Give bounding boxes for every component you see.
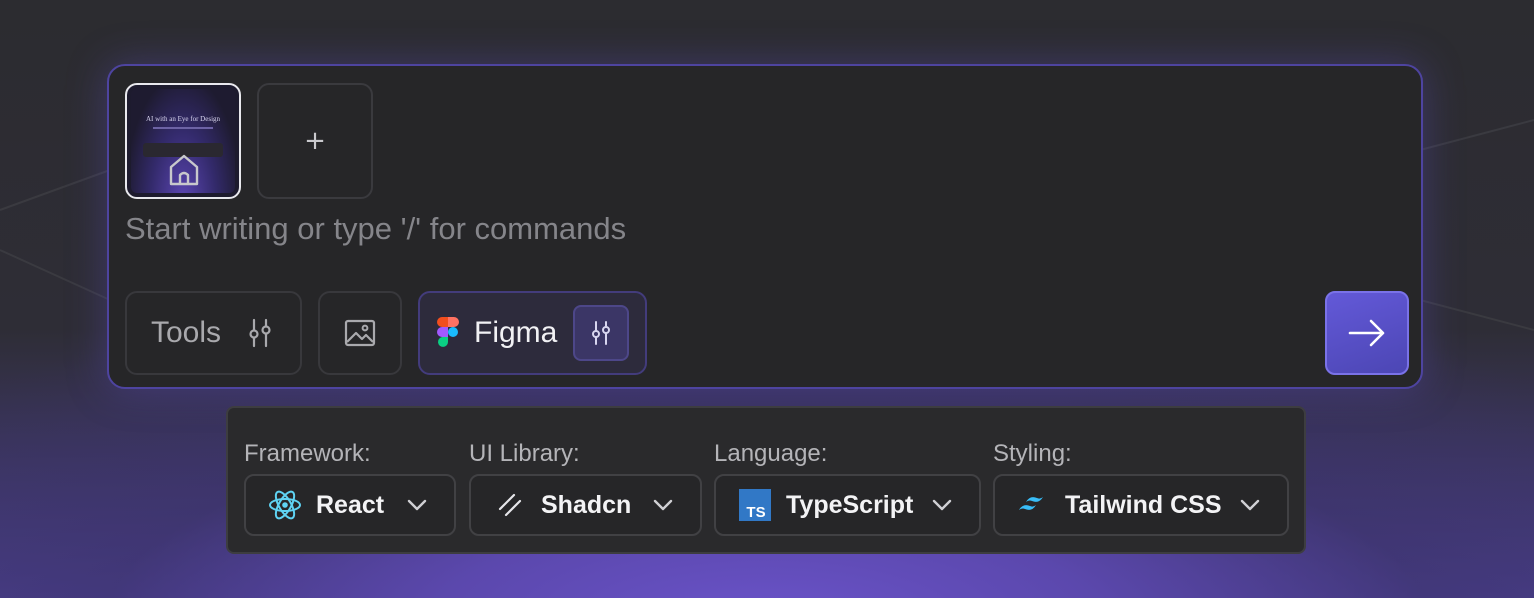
react-icon [268, 488, 302, 522]
home-icon [169, 154, 199, 186]
figma-settings-button[interactable] [573, 305, 630, 361]
language-label: Language: [714, 440, 828, 467]
send-button[interactable] [1325, 291, 1409, 375]
chevron-down-icon [407, 499, 427, 511]
styling-value: Tailwind CSS [1065, 490, 1222, 519]
ui-library-label: UI Library: [469, 440, 580, 467]
tools-label: Tools [151, 316, 222, 349]
shadcn-icon [493, 488, 527, 522]
figma-button[interactable]: Figma [418, 291, 647, 375]
image-upload-button[interactable] [318, 291, 402, 375]
chevron-down-icon [653, 499, 673, 511]
ui-library-select[interactable]: Shadcn [469, 474, 702, 536]
figma-icon [437, 317, 459, 347]
plus-icon: + [304, 126, 326, 156]
prompt-input[interactable] [125, 211, 1325, 247]
arrow-right-icon [1348, 319, 1385, 347]
thumbnail-title: AI with an Eye for Design [145, 115, 221, 123]
tailwind-icon [1017, 488, 1051, 522]
language-value: TypeScript [786, 490, 914, 519]
typescript-icon: TS [738, 488, 772, 522]
framework-value: React [316, 490, 385, 519]
language-select[interactable]: TS TypeScript [714, 474, 981, 536]
tools-button[interactable]: Tools [125, 291, 302, 375]
framework-label: Framework: [244, 440, 371, 467]
sliders-icon [592, 321, 611, 345]
project-settings-panel: Framework: React UI Library: Shadcn Lang… [226, 406, 1306, 554]
image-icon [344, 319, 376, 347]
thumbnail-subtitle-line [153, 127, 213, 129]
chevron-down-icon [1240, 499, 1260, 511]
framework-select[interactable]: React [244, 474, 456, 536]
figma-label: Figma [474, 316, 558, 349]
ui-library-value: Shadcn [541, 490, 632, 519]
typescript-icon-text: TS [746, 504, 765, 521]
add-attachment-button[interactable]: + [257, 83, 373, 199]
styling-label: Styling: [993, 440, 1072, 467]
chevron-down-icon [932, 499, 952, 511]
prompt-card: AI with an Eye for Design + Tools [107, 64, 1423, 389]
sliders-icon [249, 318, 271, 348]
attachment-thumbnail[interactable]: AI with an Eye for Design [125, 83, 241, 199]
styling-select[interactable]: Tailwind CSS [993, 474, 1289, 536]
